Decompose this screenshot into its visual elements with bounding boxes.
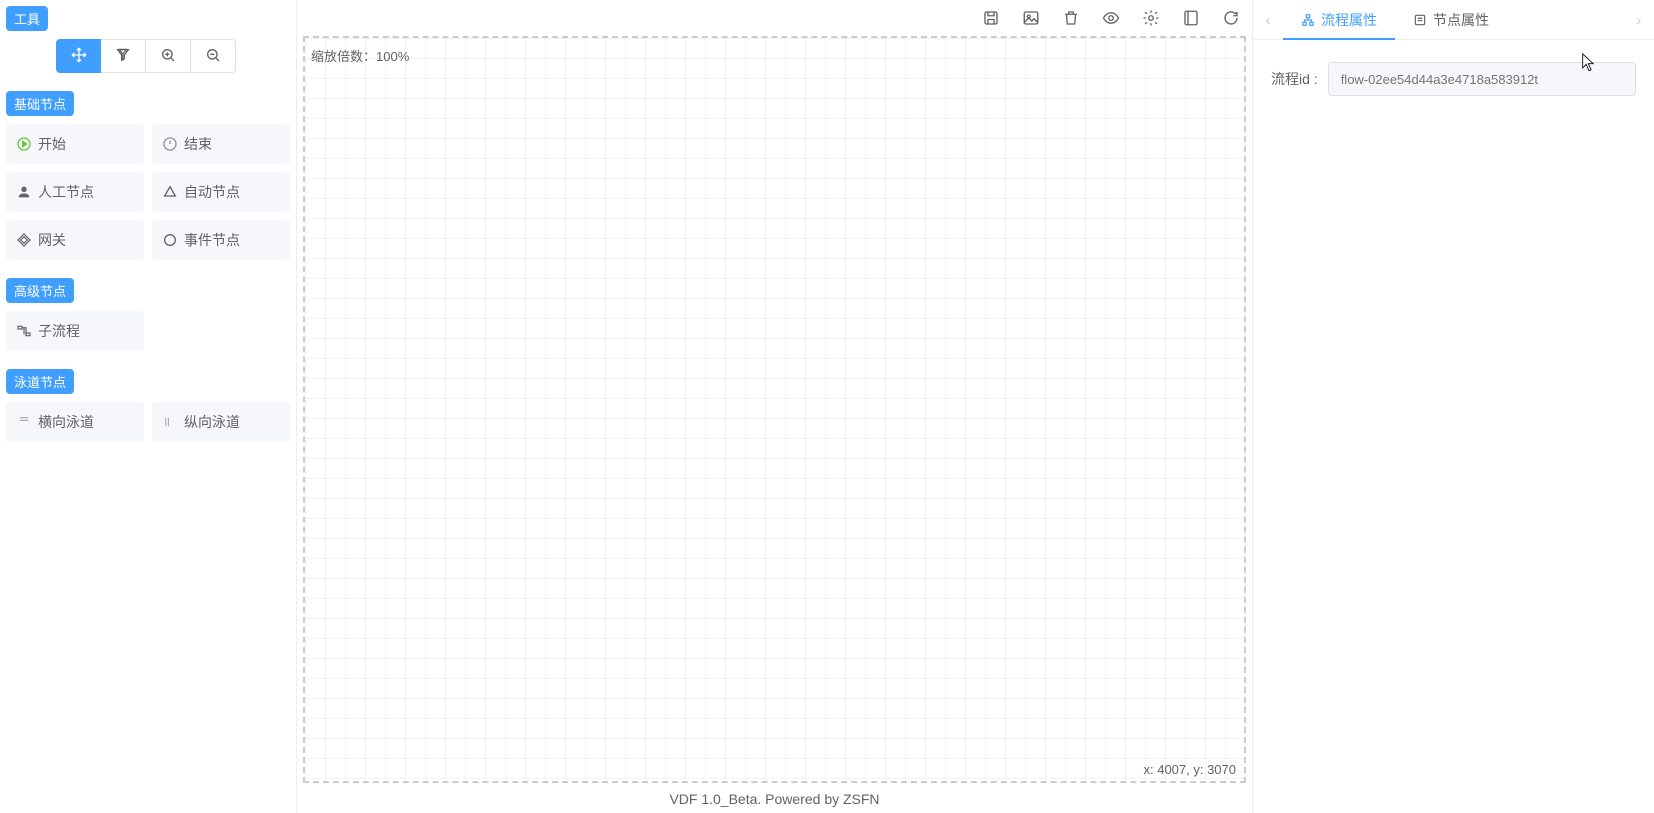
flow-props-form: 流程id : [1253, 40, 1654, 118]
node-icon [1413, 13, 1427, 27]
move-tool-button[interactable] [56, 39, 101, 73]
h-lane-icon [16, 414, 32, 430]
zoom-out-icon [205, 47, 221, 66]
node-start-label: 开始 [38, 134, 66, 154]
panel-icon[interactable] [1182, 9, 1200, 27]
tab-node-label: 节点属性 [1433, 10, 1489, 30]
gear-icon[interactable] [1142, 9, 1160, 27]
move-icon [71, 47, 87, 66]
node-v-lane-label: 纵向泳道 [184, 412, 240, 432]
tab-scroll-left[interactable]: ‹ [1253, 12, 1283, 28]
circle-icon [162, 232, 178, 248]
triangle-icon [162, 184, 178, 200]
flow-icon [1301, 13, 1315, 27]
trash-icon[interactable] [1062, 9, 1080, 27]
node-v-lane[interactable]: 纵向泳道 [152, 402, 290, 442]
image-icon[interactable] [1022, 9, 1040, 27]
flow-id-label: 流程id : [1271, 69, 1318, 89]
pointer-tool-button[interactable] [101, 39, 146, 73]
footer-text: VDF 1.0_Beta. Powered by ZSFN [297, 787, 1252, 813]
node-end-label: 结束 [184, 134, 212, 154]
node-subflow[interactable]: 子流程 [6, 311, 144, 351]
user-icon [16, 184, 32, 200]
right-panel: ‹ 流程属性 节点属性 › 流程id : [1252, 0, 1654, 813]
subflow-icon [16, 323, 32, 339]
center-area: 缩放倍数：100% x: 4007, y: 3070 VDF 1.0_Beta.… [297, 0, 1252, 813]
tab-scroll-right[interactable]: › [1624, 12, 1654, 28]
node-gateway-label: 网关 [38, 230, 66, 250]
tab-flow-label: 流程属性 [1321, 10, 1377, 30]
sidebar-title: 工具 [6, 6, 48, 31]
node-gateway[interactable]: 网关 [6, 220, 144, 260]
property-tabs: ‹ 流程属性 节点属性 › [1253, 0, 1654, 40]
node-h-lane[interactable]: 横向泳道 [6, 402, 144, 442]
node-event[interactable]: 事件节点 [152, 220, 290, 260]
node-event-label: 事件节点 [184, 230, 240, 250]
zoom-in-icon [160, 47, 176, 66]
eye-icon[interactable] [1102, 9, 1120, 27]
node-start[interactable]: 开始 [6, 124, 144, 164]
diamond-icon [16, 232, 32, 248]
top-toolbar [982, 0, 1240, 36]
save-icon[interactable] [982, 9, 1000, 27]
zoom-prefix: 缩放倍数： [311, 49, 376, 64]
node-auto-label: 自动节点 [184, 182, 240, 202]
zoom-label: 缩放倍数：100% [311, 46, 409, 65]
node-h-lane-label: 横向泳道 [38, 412, 94, 432]
tool-button-group [6, 39, 290, 73]
zoom-value: 100% [376, 49, 409, 64]
section-basic-title: 基础节点 [6, 91, 74, 116]
section-lane-title: 泳道节点 [6, 369, 74, 394]
v-lane-icon [162, 414, 178, 430]
refresh-icon[interactable] [1222, 9, 1240, 27]
power-icon [162, 136, 178, 152]
filter-icon [115, 47, 131, 66]
coord-label: x: 4007, y: 3070 [1143, 762, 1236, 777]
node-auto[interactable]: 自动节点 [152, 172, 290, 212]
canvas[interactable]: 缩放倍数：100% x: 4007, y: 3070 [303, 36, 1246, 783]
left-sidebar: 工具 [0, 0, 297, 813]
flow-id-input[interactable] [1328, 62, 1636, 96]
node-subflow-label: 子流程 [38, 321, 80, 341]
tab-flow-props[interactable]: 流程属性 [1283, 0, 1395, 39]
section-advanced-title: 高级节点 [6, 278, 74, 303]
node-end[interactable]: 结束 [152, 124, 290, 164]
play-circle-icon [16, 136, 32, 152]
node-manual-label: 人工节点 [38, 182, 94, 202]
zoom-out-button[interactable] [191, 39, 236, 73]
node-manual[interactable]: 人工节点 [6, 172, 144, 212]
tab-node-props[interactable]: 节点属性 [1395, 0, 1507, 39]
zoom-in-button[interactable] [146, 39, 191, 73]
